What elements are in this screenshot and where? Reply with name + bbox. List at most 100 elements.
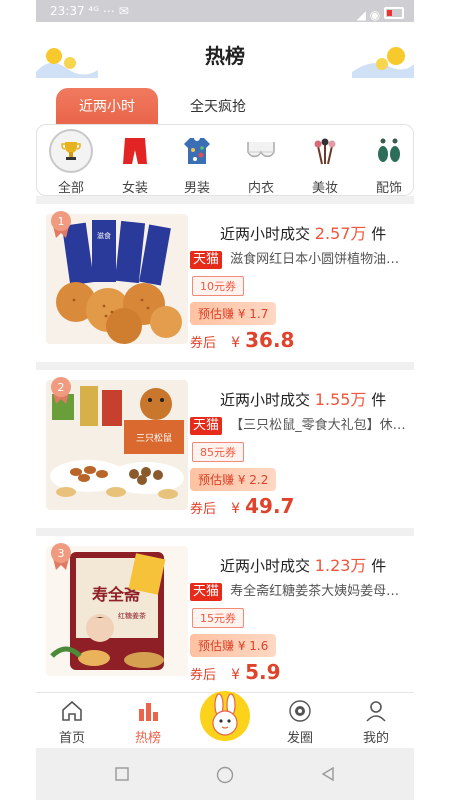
separator [36,528,414,536]
red-shorts-icon [113,131,157,171]
bar-chart-icon [120,697,176,725]
category-men[interactable]: 男装 [167,131,227,196]
nav-hot-list[interactable]: 热榜 [120,697,176,746]
estimated-earn-badge: 预估赚 ¥ 2.2 [190,468,277,491]
nav-label: 热榜 [134,731,161,746]
product-card[interactable]: 滋食 1 近两小时成交 2.57万 件 天猫 滋食网红日本小圆饼植物油饼... … [36,204,414,362]
coupon-badge[interactable]: 85元券 [192,442,244,462]
nav-label: 我的 [362,731,389,746]
makeup-brushes-icon [303,131,347,171]
category-label: 全部 [57,181,84,196]
category-label: 内衣 [247,181,274,196]
recent-apps-icon[interactable] [114,766,130,782]
tab-two-hours[interactable]: 近两小时 [56,88,158,126]
category-makeup[interactable]: 美妆 [295,131,355,196]
product-list: 滋食 1 近两小时成交 2.57万 件 天猫 滋食网红日本小圆饼植物油饼... … [36,196,414,691]
after-coupon-label: 券后 [190,502,217,517]
tmall-badge: 天猫 [190,251,223,269]
rank-number: 3 [58,547,65,560]
bottom-nav: 首页 热榜 发圈 我的 [36,691,414,748]
header: 热榜 [36,22,414,80]
sales-prefix: 近两小时成交 [220,225,311,243]
sales-text: 近两小时成交 1.55万 件 [220,386,386,410]
after-coupon-label: 券后 [190,668,217,683]
sales-suffix: 件 [371,391,387,409]
product-title-row[interactable]: 天猫 【三只松鼠_零食大礼包】休闲... [190,414,406,435]
bra-icon [239,131,283,171]
coupon-badge[interactable]: 10元券 [192,276,244,296]
price-value: 49.7 [245,494,295,518]
coupon-badge[interactable]: 15元券 [192,608,244,628]
category-underwear[interactable]: 内衣 [231,131,291,196]
package-subtitle: 红糖姜茶 [118,611,146,620]
category-label: 美妆 [311,181,338,196]
tab-all-day[interactable]: 全天疯抢 [172,88,264,126]
battery-icon [384,7,404,19]
bunny-center-button[interactable] [200,691,250,741]
rank-number: 2 [58,381,65,394]
separator [36,196,414,204]
sales-count: 1.55万 [314,390,367,409]
estimated-earn-badge: 预估赚 ¥ 1.7 [190,302,277,325]
back-triangle-icon[interactable] [320,766,336,782]
category-label: 女装 [121,181,148,196]
signal-icon: ◢ ◉ [356,8,381,22]
system-nav-bar [36,748,414,800]
product-card[interactable]: 寿全斋 红糖姜茶 3 近两小时成交 1.23万 件 天猫 寿全斋红糖姜茶大姨妈姜… [36,536,414,691]
category-women[interactable]: 女装 [105,131,165,196]
product-title: 滋食网红日本小圆饼植物油饼... [230,252,406,267]
rank-badge-icon: 2 [51,377,71,404]
sales-text: 近两小时成交 1.23万 件 [220,552,386,576]
earrings-icon [367,131,411,171]
camera-icon [272,697,328,725]
nav-mine[interactable]: 我的 [348,697,404,746]
sales-prefix: 近两小时成交 [220,391,311,409]
pack-label: 滋食 [97,231,111,240]
status-bar: 23:37 ⁴ᴳ ⋯ ✉ ◢ ◉ [36,0,414,22]
nav-label: 发圈 [286,731,313,746]
separator [36,362,414,370]
product-title: 【三只松鼠_零食大礼包】休闲... [230,418,406,433]
coins-decoration-right-icon [352,47,414,78]
sales-prefix: 近两小时成交 [220,557,311,575]
rank-badge-icon: 1 [51,211,71,238]
category-label: 配饰 [375,181,402,196]
currency-symbol: ¥ [231,667,241,683]
category-all[interactable]: 全部 [41,129,101,196]
sales-text: 近两小时成交 2.57万 件 [220,220,386,244]
price-row: 券后 ¥ 36.8 [190,328,294,352]
sales-suffix: 件 [371,557,387,575]
rank-number: 1 [58,215,65,228]
category-accessories[interactable]: 配饰 [359,131,413,196]
sales-count: 2.57万 [314,224,367,243]
time-range-tabs: 近两小时 全天疯抢 [36,84,414,126]
price-value: 36.8 [245,328,295,352]
product-card[interactable]: 三只松鼠 2 近两小时成交 1.55万 件 天猫 【三只松鼠_零食大礼包】休闲.… [36,370,414,528]
price-row: 券后 ¥ 49.7 [190,494,294,518]
nav-moments[interactable]: 发圈 [272,697,328,746]
price-row: 券后 ¥ 5.9 [190,660,281,684]
category-bar: 全部 女装 男装 内衣 美妆 配饰 [36,124,414,196]
product-title: 寿全斋红糖姜茶大姨妈姜母茶... [230,584,406,599]
tmall-badge: 天猫 [190,417,223,435]
rank-badge-icon: 3 [51,543,71,570]
currency-symbol: ¥ [231,501,241,517]
tmall-badge: 天猫 [190,583,223,601]
status-time: 23:37 ⁴ᴳ ⋯ ✉ [50,4,129,18]
nav-home[interactable]: 首页 [44,697,100,746]
estimated-earn-badge: 预估赚 ¥ 1.6 [190,634,277,657]
trophy-icon [49,129,93,173]
sales-suffix: 件 [371,225,387,243]
price-value: 5.9 [245,660,281,684]
category-label: 男装 [183,181,210,196]
box-label: 三只松鼠 [136,432,172,444]
product-title-row[interactable]: 天猫 寿全斋红糖姜茶大姨妈姜母茶... [190,580,406,601]
sales-count: 1.23万 [314,556,367,575]
nav-label: 首页 [58,731,85,746]
product-title-row[interactable]: 天猫 滋食网红日本小圆饼植物油饼... [190,248,406,269]
home-icon [44,697,100,725]
user-icon [348,697,404,725]
after-coupon-label: 券后 [190,336,217,351]
home-circle-icon[interactable] [216,766,234,784]
patterned-shirt-icon [175,131,219,171]
